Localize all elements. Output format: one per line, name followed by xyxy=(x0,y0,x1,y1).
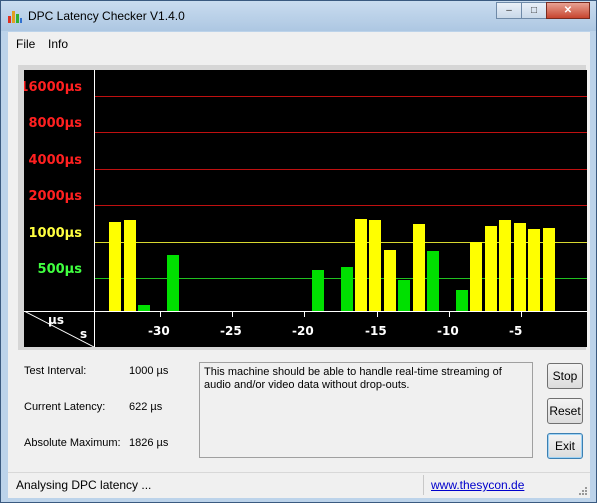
grid-line-16000 xyxy=(94,96,587,97)
grid-line-2000 xyxy=(94,205,587,206)
test-interval-value: 1000 µs xyxy=(129,365,169,377)
y-tick-label: 16000µs xyxy=(24,80,82,95)
latency-bar xyxy=(543,228,555,311)
window-controls: – □ ✕ xyxy=(496,2,590,20)
x-tick-mark xyxy=(232,312,233,317)
absolute-maximum-label: Absolute Maximum: xyxy=(24,437,121,449)
status-text: Analysing DPC latency ... xyxy=(16,478,152,492)
minimize-button[interactable]: – xyxy=(496,2,522,19)
latency-bar xyxy=(312,270,324,311)
latency-bar xyxy=(384,250,396,311)
x-tick-mark xyxy=(160,312,161,317)
current-latency-value: 622 µs xyxy=(129,401,163,413)
x-tick-label: -25 xyxy=(220,324,242,338)
x-tick-mark xyxy=(377,312,378,317)
close-button[interactable]: ✕ xyxy=(546,2,590,19)
latency-bar xyxy=(355,219,367,311)
x-tick-mark xyxy=(521,312,522,317)
x-tick-label: -15 xyxy=(365,324,387,338)
menu-info[interactable]: Info xyxy=(48,37,68,51)
x-tick-mark xyxy=(449,312,450,317)
status-message: This machine should be able to handle re… xyxy=(199,362,533,458)
latency-bar xyxy=(167,255,179,311)
latency-bar xyxy=(369,220,381,311)
window-title: DPC Latency Checker V1.4.0 xyxy=(28,9,185,23)
menu-bar: File Info xyxy=(8,32,590,54)
app-icon xyxy=(8,11,22,23)
x-tick-label: -10 xyxy=(437,324,459,338)
latency-bar xyxy=(470,242,482,311)
menu-file[interactable]: File xyxy=(16,37,35,51)
latency-bar xyxy=(427,251,439,311)
minimize-icon: – xyxy=(506,5,512,16)
x-axis-line xyxy=(24,311,587,312)
y-tick-label: 2000µs xyxy=(28,189,83,204)
test-interval-label: Test Interval: xyxy=(24,365,87,377)
absolute-maximum-value: 1826 µs xyxy=(129,437,169,449)
grid-line-4000 xyxy=(94,169,587,170)
x-tick-label: -20 xyxy=(292,324,314,338)
latency-bar xyxy=(341,267,353,311)
latency-bar xyxy=(398,280,410,311)
resize-grip-icon[interactable] xyxy=(578,486,588,496)
status-separator xyxy=(423,475,424,495)
latency-bar xyxy=(528,229,540,311)
latency-chart-frame: 16000µs 8000µs 4000µs 2000µs 1000µs 500µs µs s -… xyxy=(18,65,587,350)
app-window: DPC Latency Checker V1.4.0 – □ ✕ File In… xyxy=(0,0,597,503)
latency-bar xyxy=(109,222,121,311)
title-bar[interactable]: DPC Latency Checker V1.4.0 – □ ✕ xyxy=(1,1,596,31)
y-tick-label: 4000µs xyxy=(28,153,83,168)
y-tick-label: 1000µs xyxy=(28,226,83,241)
y-unit-label: µs xyxy=(48,313,64,327)
status-bar: Analysing DPC latency ... www.thesycon.d… xyxy=(8,472,590,498)
exit-button[interactable]: Exit xyxy=(547,433,583,459)
latency-bar xyxy=(124,220,136,311)
latency-bar xyxy=(456,290,468,311)
latency-bar xyxy=(514,223,526,311)
reset-button[interactable]: Reset xyxy=(547,398,583,424)
latency-bar xyxy=(413,224,425,311)
close-icon: ✕ xyxy=(563,5,573,16)
current-latency-label: Current Latency: xyxy=(24,401,106,413)
y-tick-label: 500µs xyxy=(37,262,82,277)
latency-bar xyxy=(499,220,511,311)
x-tick-label: -30 xyxy=(148,324,170,338)
grid-line-8000 xyxy=(94,132,587,133)
x-unit-label: s xyxy=(80,327,88,341)
client-area: File Info 16000µs 8000µs 4000µs 2000µs 1000µ… xyxy=(8,32,590,498)
y-axis-line xyxy=(94,70,95,347)
website-link[interactable]: www.thesycon.de xyxy=(431,478,524,492)
maximize-button[interactable]: □ xyxy=(521,2,547,19)
x-tick-mark xyxy=(304,312,305,317)
latency-bar xyxy=(485,226,497,311)
x-tick-label: -5 xyxy=(509,324,523,338)
latency-chart: 16000µs 8000µs 4000µs 2000µs 1000µs 500µs µs s -… xyxy=(24,70,587,347)
y-tick-label: 8000µs xyxy=(28,116,83,131)
stop-button[interactable]: Stop xyxy=(547,363,583,389)
maximize-icon: □ xyxy=(530,5,538,16)
